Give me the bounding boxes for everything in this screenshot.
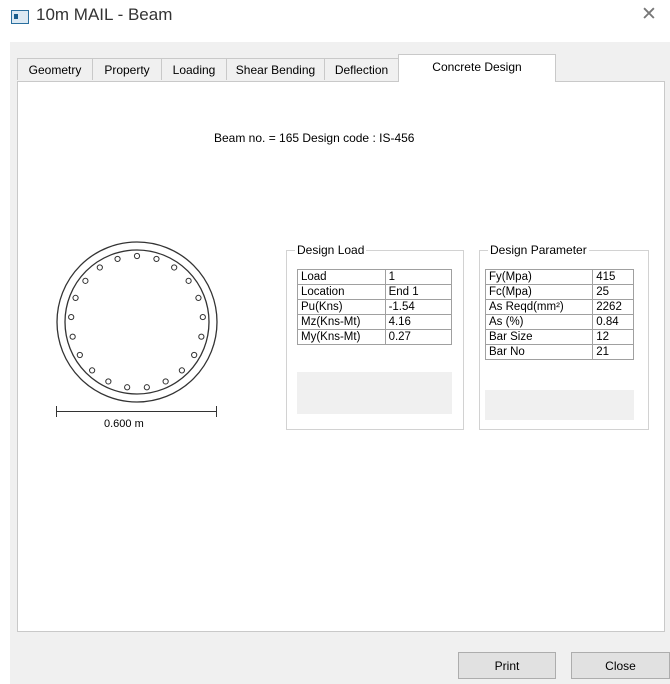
bar-size-value: 12 — [592, 329, 634, 345]
close-icon[interactable]: ✕ — [641, 3, 657, 26]
dimension-tick-left — [56, 406, 57, 417]
table-row: Location End 1 — [297, 284, 453, 300]
table-row: My(Kns-Mt) 0.27 — [297, 329, 453, 345]
fy-value: 415 — [592, 269, 634, 285]
as-reqd-value: 2262 — [592, 299, 634, 315]
close-button[interactable]: Close — [571, 652, 670, 679]
rebar-mark — [178, 367, 185, 374]
rebar-mark — [143, 384, 150, 391]
dimension-tick-right — [216, 406, 217, 417]
table-row: Pu(Kns) -1.54 — [297, 299, 453, 315]
rebar-mark — [114, 255, 121, 263]
rebar-mark — [198, 333, 205, 340]
my-key: My(Kns-Mt) — [297, 329, 386, 345]
rebar-mark — [171, 264, 178, 271]
as-percent-key: As (%) — [484, 314, 594, 330]
bar-no-value: 21 — [592, 344, 634, 360]
dimension-label: 0.600 m — [104, 418, 144, 430]
dimension-line — [56, 411, 217, 412]
my-value: 0.27 — [384, 329, 453, 345]
tab-loading[interactable]: Loading — [161, 58, 227, 80]
table-row: Load 1 — [297, 269, 453, 285]
section-outer-circle — [56, 241, 218, 403]
print-button[interactable]: Print — [458, 652, 556, 679]
rebar-mark — [76, 351, 83, 359]
mz-key: Mz(Kns-Mt) — [297, 314, 386, 330]
rebar-mark — [195, 294, 202, 301]
column-section-drawing — [56, 241, 218, 403]
tab-deflection[interactable]: Deflection — [324, 58, 399, 80]
app-icon — [11, 10, 29, 24]
section-inner-circle — [64, 249, 210, 395]
rebar-mark — [72, 294, 79, 301]
rebar-mark — [162, 378, 169, 385]
location-value: End 1 — [384, 284, 453, 300]
rebar-mark — [153, 255, 160, 263]
design-load-legend: Design Load — [297, 243, 365, 257]
mz-value: 4.16 — [384, 314, 453, 330]
table-row: Mz(Kns-Mt) 4.16 — [297, 314, 453, 330]
table-row: Bar Size 12 — [484, 329, 634, 345]
tab-concrete-design[interactable]: Concrete Design — [398, 54, 556, 82]
bar-no-key: Bar No — [484, 344, 594, 360]
window-title: 10m MAIL - Beam — [36, 5, 173, 24]
design-parameter-legend: Design Parameter — [490, 243, 587, 257]
design-parameter-table: Fy(Mpa) 415 Fc(Mpa) 25 As Reqd(mm²) 2262 As… — [484, 269, 634, 360]
rebar-mark — [105, 378, 112, 385]
design-load-empty-area — [297, 372, 452, 414]
as-percent-value: 0.84 — [592, 314, 634, 330]
rebar-mark — [191, 351, 198, 359]
rebar-mark — [96, 264, 103, 271]
table-row: As Reqd(mm²) 2262 — [484, 299, 634, 315]
fc-value: 25 — [592, 284, 634, 300]
rebar-group — [68, 252, 206, 391]
fy-key: Fy(Mpa) — [484, 269, 594, 285]
tab-property[interactable]: Property — [92, 58, 162, 80]
rebar-mark — [89, 367, 96, 374]
rebar-mark — [69, 333, 76, 340]
load-value: 1 — [384, 269, 453, 285]
pu-key: Pu(Kns) — [297, 299, 386, 315]
rebar-mark — [199, 313, 206, 321]
load-key: Load — [297, 269, 386, 285]
location-key: Location — [297, 284, 386, 300]
table-row: As (%) 0.84 — [484, 314, 634, 330]
beam-design-header: Beam no. = 165 Design code : IS-456 — [214, 131, 415, 145]
table-row: Fc(Mpa) 25 — [484, 284, 634, 300]
rebar-mark — [68, 313, 75, 321]
design-parameter-empty-area — [485, 390, 634, 420]
rebar-mark — [185, 277, 192, 284]
table-row: Fy(Mpa) 415 — [484, 269, 634, 285]
as-reqd-key: As Reqd(mm²) — [484, 299, 594, 315]
rebar-mark — [82, 277, 89, 284]
fc-key: Fc(Mpa) — [484, 284, 594, 300]
bar-size-key: Bar Size — [484, 329, 594, 345]
tab-shear-bending[interactable]: Shear Bending — [226, 58, 325, 80]
window-edge — [0, 0, 3, 684]
design-load-table: Load 1 Location End 1 Pu(Kns) -1.54 Mz(Kns-… — [297, 269, 453, 345]
rebar-mark — [124, 384, 131, 391]
rebar-mark — [133, 252, 141, 260]
table-row: Bar No 21 — [484, 344, 634, 360]
pu-value: -1.54 — [384, 299, 453, 315]
tab-geometry[interactable]: Geometry — [17, 58, 93, 80]
